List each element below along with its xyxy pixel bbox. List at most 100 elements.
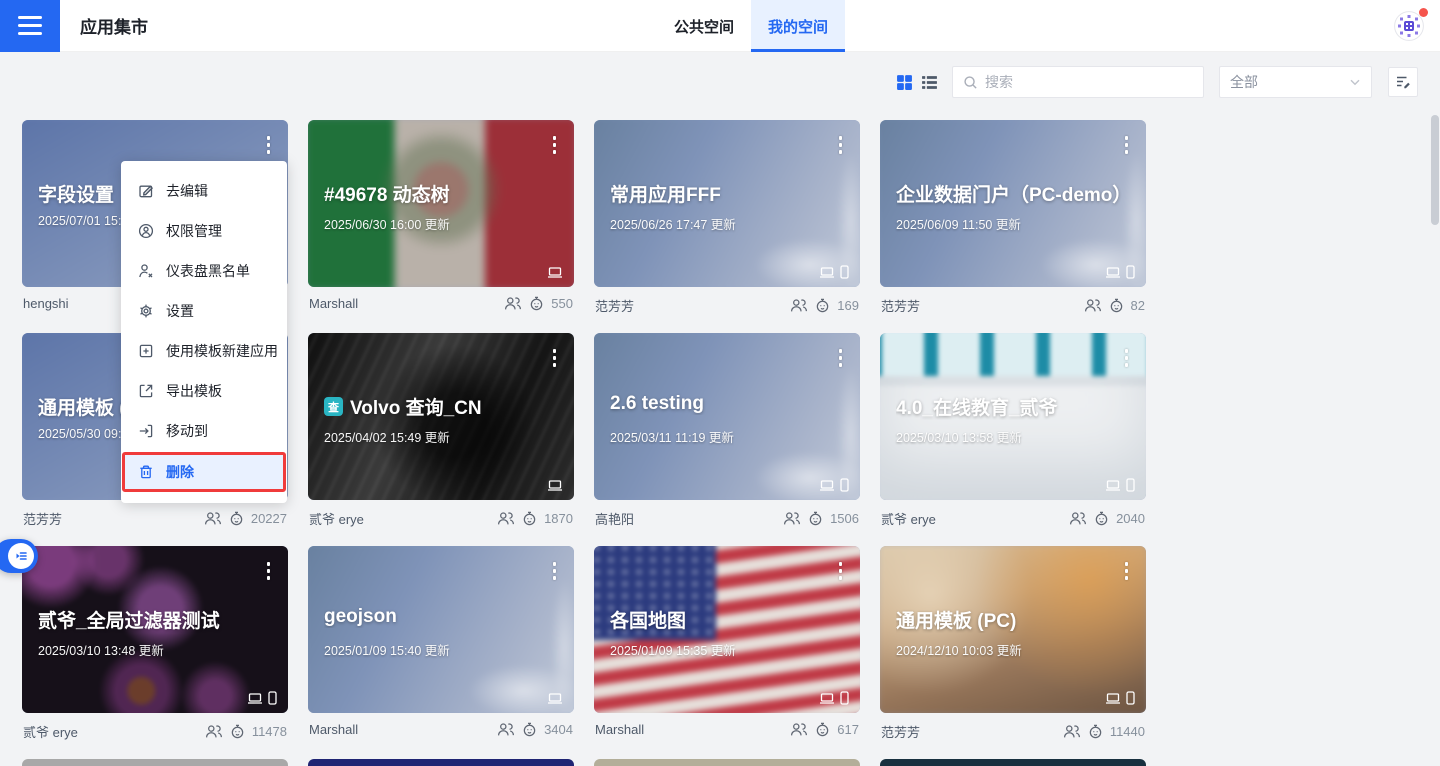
filter-dropdown[interactable]: 全部 xyxy=(1219,66,1372,98)
members-icon[interactable] xyxy=(205,724,223,739)
menu-item-0[interactable]: 去编辑 xyxy=(121,171,287,211)
card-more-menu-icon[interactable] xyxy=(550,559,560,583)
visits-icon xyxy=(522,511,537,526)
page-title: 应用集市 xyxy=(80,13,148,38)
partial-app-card[interactable] xyxy=(880,759,1146,766)
edit-list-button[interactable] xyxy=(1388,67,1418,97)
card-views: 82 xyxy=(1131,298,1145,313)
card-stats: 11440 xyxy=(1063,724,1145,739)
card-author: 范芳芳 xyxy=(881,722,920,741)
card-more-menu-icon[interactable] xyxy=(836,346,846,370)
menu-item-7[interactable]: 删除 xyxy=(122,452,286,492)
permission-icon xyxy=(138,223,154,239)
mobile-icon xyxy=(840,265,849,279)
app-card-thumbnail[interactable]: 贰爷_全局过滤器测试 2025/03/10 13:48 更新 xyxy=(22,546,288,713)
card-more-menu-icon[interactable] xyxy=(1122,346,1132,370)
scrollbar-thumb[interactable] xyxy=(1431,115,1439,225)
device-icons xyxy=(547,266,563,279)
card-title: 企业数据门户（PC-demo） xyxy=(896,180,1131,207)
card-more-menu-icon[interactable] xyxy=(1122,133,1132,157)
device-icons xyxy=(1105,265,1135,279)
menu-item-6[interactable]: 移动到 xyxy=(121,411,287,451)
card-title-row: 常用应用FFF xyxy=(610,180,846,207)
members-icon[interactable] xyxy=(1084,298,1102,313)
card-meta: 范芳芳 82 xyxy=(880,296,1146,315)
card-views: 20227 xyxy=(251,511,287,526)
tab-public-space[interactable]: 公共空间 xyxy=(657,0,751,52)
card-views: 169 xyxy=(837,298,859,313)
edit-list-icon xyxy=(1395,74,1411,90)
card-stats: 617 xyxy=(790,722,859,737)
members-icon[interactable] xyxy=(783,511,801,526)
app-card-thumbnail[interactable]: #49678 动态树 2025/06/30 16:00 更新 xyxy=(308,120,574,287)
menu-item-5[interactable]: 导出模板 xyxy=(121,371,287,411)
card-date: 2025/06/26 17:47 更新 xyxy=(610,214,736,233)
pc-icon xyxy=(1105,479,1121,492)
visits-icon xyxy=(808,511,823,526)
members-icon[interactable] xyxy=(790,722,808,737)
hamburger-menu-button[interactable] xyxy=(0,0,60,52)
search-input[interactable] xyxy=(985,74,1193,90)
menu-item-3[interactable]: 设置 xyxy=(121,291,287,331)
tab-my-space[interactable]: 我的空间 xyxy=(751,0,845,52)
card-stats: 11478 xyxy=(205,724,287,739)
members-icon[interactable] xyxy=(790,298,808,313)
user-blacklist-icon xyxy=(138,263,154,279)
members-icon[interactable] xyxy=(1063,724,1081,739)
menu-item-4[interactable]: 使用模板新建应用 xyxy=(121,331,287,371)
card-more-menu-icon[interactable] xyxy=(550,133,560,157)
card-date: 2025/01/09 15:35 更新 xyxy=(610,640,736,659)
app-card-thumbnail[interactable]: 常用应用FFF 2025/06/26 17:47 更新 xyxy=(594,120,860,287)
app-card-thumbnail[interactable]: geojson 2025/01/09 15:40 更新 xyxy=(308,546,574,713)
notification-dot xyxy=(1419,8,1428,17)
app-card-thumbnail[interactable]: 通用模板 (PC) 2024/12/10 10:03 更新 xyxy=(880,546,1146,713)
card-more-menu-icon[interactable] xyxy=(264,559,274,583)
members-icon[interactable] xyxy=(204,511,222,526)
card-views: 11440 xyxy=(1110,724,1145,739)
visits-icon xyxy=(815,298,830,313)
pc-icon xyxy=(547,266,563,279)
search-icon xyxy=(963,75,978,90)
filter-value: 全部 xyxy=(1230,72,1258,92)
card-more-menu-icon[interactable] xyxy=(836,133,846,157)
partial-app-card[interactable] xyxy=(22,759,288,766)
card-badge: 查 xyxy=(324,397,343,416)
app-card: 贰爷_全局过滤器测试 2025/03/10 13:48 更新 贰爷 erye xyxy=(22,546,288,741)
card-more-menu-icon[interactable] xyxy=(836,559,846,583)
card-more-menu-icon[interactable] xyxy=(550,346,560,370)
app-card: 4.0_在线教育_贰爷 2025/03/10 13:58 更新 贰爷 erye xyxy=(880,333,1146,528)
card-background xyxy=(594,333,860,500)
user-avatar[interactable] xyxy=(1394,11,1424,41)
visits-icon xyxy=(522,722,537,737)
card-views: 617 xyxy=(837,722,859,737)
gear-icon xyxy=(138,303,154,319)
card-more-menu-icon[interactable] xyxy=(1122,559,1132,583)
card-author: 范芳芳 xyxy=(595,296,634,315)
list-view-icon[interactable] xyxy=(921,74,938,91)
card-stats: 1506 xyxy=(783,511,859,526)
menu-item-2[interactable]: 仪表盘黑名单 xyxy=(121,251,287,291)
menu-item-1[interactable]: 权限管理 xyxy=(121,211,287,251)
partial-app-card[interactable] xyxy=(308,759,574,766)
grid-view-icon[interactable] xyxy=(896,74,913,91)
vertical-scrollbar[interactable] xyxy=(1431,52,1439,766)
card-title-row: 企业数据门户（PC-demo） xyxy=(896,180,1132,207)
app-card-thumbnail[interactable]: 企业数据门户（PC-demo） 2025/06/09 11:50 更新 xyxy=(880,120,1146,287)
floating-task-button[interactable] xyxy=(0,539,38,573)
app-card-thumbnail[interactable]: 各国地图 2025/01/09 15:35 更新 xyxy=(594,546,860,713)
toolbar: 全部 xyxy=(896,66,1418,98)
app-card-thumbnail[interactable]: 查 Volvo 查询_CN 2025/04/02 15:49 更新 xyxy=(308,333,574,500)
partial-app-card[interactable] xyxy=(594,759,860,766)
card-date: 2025/06/09 11:50 更新 xyxy=(896,214,1021,233)
card-more-menu-icon[interactable] xyxy=(264,133,274,157)
menu-item-label: 使用模板新建应用 xyxy=(166,341,278,361)
app-card-thumbnail[interactable]: 2.6 testing 2025/03/11 11:19 更新 xyxy=(594,333,860,500)
members-icon[interactable] xyxy=(497,722,515,737)
card-title: 各国地图 xyxy=(610,606,686,633)
app-card-thumbnail[interactable]: 4.0_在线教育_贰爷 2025/03/10 13:58 更新 xyxy=(880,333,1146,500)
members-icon[interactable] xyxy=(1069,511,1087,526)
members-icon[interactable] xyxy=(497,511,515,526)
members-icon[interactable] xyxy=(504,296,522,311)
card-meta: Marshall 617 xyxy=(594,722,860,737)
pc-icon xyxy=(547,692,563,705)
